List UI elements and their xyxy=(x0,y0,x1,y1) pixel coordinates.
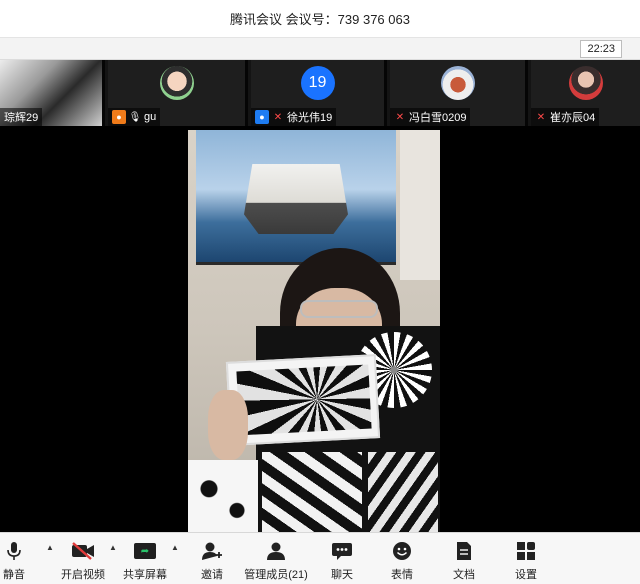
share-options-caret[interactable]: ▲ xyxy=(171,543,179,552)
participant-name: 冯白雪0209 xyxy=(409,112,467,124)
card-art xyxy=(236,364,372,436)
chat-icon xyxy=(329,539,355,563)
participant-tile-1[interactable]: ● 🎙 gu xyxy=(108,60,248,126)
mic-muted-icon: ✕ xyxy=(273,111,283,123)
participant-name: 徐光伟19 xyxy=(287,112,333,124)
docs-button[interactable]: 文档 xyxy=(446,533,482,584)
glasses xyxy=(300,300,378,318)
participant-name: gu xyxy=(144,111,157,123)
participant-tile-3[interactable]: ✕ 冯白雪0209 xyxy=(390,60,528,126)
person-icon: ● xyxy=(255,110,269,124)
time-bar: 22:23 xyxy=(0,38,640,60)
participant-label: 琮辉29 xyxy=(0,108,43,126)
avatar xyxy=(568,66,603,100)
meeting-clock: 22:23 xyxy=(580,40,622,58)
participant-tile-0[interactable]: 琮辉29 xyxy=(0,60,105,126)
mic-icon xyxy=(1,539,27,563)
start-video-button[interactable]: 开启视频 xyxy=(58,533,108,584)
ship-painting xyxy=(196,130,396,265)
wall-frame xyxy=(400,130,440,280)
mic-muted-icon: ✕ xyxy=(395,111,405,123)
members-icon xyxy=(263,539,289,563)
manage-members-button[interactable]: 管理成员(21) xyxy=(244,533,308,584)
window-title-bar: 腾讯会议 会议号：739 376 063 xyxy=(0,0,640,38)
video-options-caret[interactable]: ▲ xyxy=(109,543,117,552)
avatar: 19 xyxy=(300,66,335,100)
invite-button[interactable]: 邀请 xyxy=(192,533,232,584)
participant-label: ✕ 冯白雪0209 xyxy=(390,108,471,126)
participant-strip: 琮辉29 ● 🎙 gu 19 ● ✕ 徐光伟19 ✕ 冯白雪0209 ✕ 崔亦辰… xyxy=(0,60,640,126)
speaker-hand xyxy=(208,390,248,460)
meeting-toolbar: 静音 ▲ 开启视频 ▲ ➦ 共享屏幕 ▲ 邀请 管理成员(21) 聊天 表情 文… xyxy=(0,532,640,584)
share-screen-icon: ➦ xyxy=(132,539,158,563)
mute-options-caret[interactable]: ▲ xyxy=(46,543,54,552)
document-icon xyxy=(451,539,477,563)
share-screen-button[interactable]: ➦ 共享屏幕 xyxy=(120,533,170,584)
meeting-title: 腾讯会议 会议号：739 376 063 xyxy=(230,12,410,27)
participant-label: ● 🎙 gu xyxy=(108,108,161,126)
participant-name: 崔亦辰04 xyxy=(550,112,596,124)
participant-tile-4[interactable]: ✕ 崔亦辰04 xyxy=(531,60,640,126)
participant-label: ✕ 崔亦辰04 xyxy=(531,108,600,126)
speaker-sleeve xyxy=(188,460,258,532)
geometric-art xyxy=(262,452,362,532)
participant-name: 琮辉29 xyxy=(4,112,39,124)
mic-muted-icon: ✕ xyxy=(536,111,546,123)
participant-tile-2[interactable]: 19 ● ✕ 徐光伟19 xyxy=(251,60,387,126)
ship xyxy=(244,164,348,234)
artwork-card xyxy=(225,354,381,446)
mute-button[interactable]: 静音 xyxy=(0,533,28,584)
avatar xyxy=(440,66,475,100)
avatar xyxy=(159,66,194,100)
reactions-button[interactable]: 表情 xyxy=(384,533,420,584)
video-off-icon xyxy=(70,539,96,563)
participant-label: ● ✕ 徐光伟19 xyxy=(251,108,337,126)
main-speaker-video xyxy=(188,130,440,532)
person-icon: ● xyxy=(112,110,126,124)
geometric-art xyxy=(368,452,438,532)
invite-icon xyxy=(199,539,225,563)
main-video-stage xyxy=(0,126,640,532)
chat-button[interactable]: 聊天 xyxy=(324,533,360,584)
settings-button[interactable]: 设置 xyxy=(508,533,544,584)
settings-icon xyxy=(513,539,539,563)
emoji-icon xyxy=(389,539,415,563)
mic-icon: 🎙 xyxy=(128,111,142,123)
